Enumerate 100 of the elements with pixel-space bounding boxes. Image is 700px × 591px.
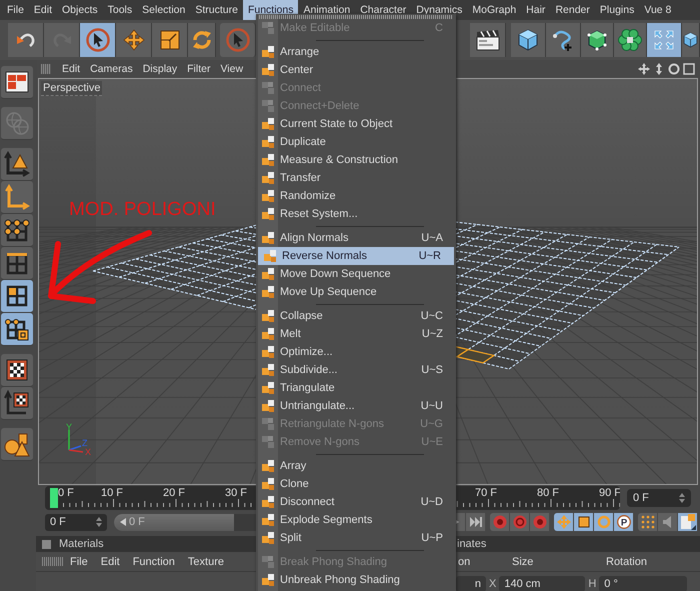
playback-button[interactable] — [574, 513, 594, 531]
frame-label: 80 F — [537, 487, 560, 499]
start-frame-field[interactable]: 0 F — [45, 514, 107, 530]
menu-item[interactable]: Move Up Sequence — [256, 283, 456, 301]
menu-item[interactable]: Randomize — [256, 187, 456, 205]
menu-item[interactable]: Collapse U~C — [256, 307, 456, 325]
menu-title[interactable]: Tools — [102, 0, 138, 20]
slider-arrow-icon — [120, 518, 126, 526]
sphere-icon — [4, 110, 30, 136]
grip-handle[interactable] — [41, 64, 51, 74]
playback-button[interactable] — [466, 513, 486, 531]
view-menu-title[interactable]: View — [215, 63, 248, 75]
checker-axis-icon — [4, 390, 30, 416]
menu-item[interactable]: Current State to Object — [256, 115, 456, 133]
menu-item[interactable]: Arrange — [256, 43, 456, 61]
menu-item[interactable]: Duplicate — [256, 133, 456, 151]
frame-label: 70 F — [475, 487, 498, 499]
menu-item[interactable]: Triangulate — [256, 379, 456, 397]
tool-button[interactable] — [511, 23, 546, 57]
menu-item[interactable]: Split U~P — [256, 529, 456, 547]
tool-button[interactable] — [647, 23, 682, 57]
menu-item[interactable]: Melt U~Z — [256, 325, 456, 343]
frame-label: 10 F — [101, 487, 124, 499]
playback-button[interactable]: P — [614, 513, 634, 531]
mode-button[interactable] — [1, 387, 33, 420]
view-menu-title[interactable]: Filter — [182, 63, 216, 75]
blocks-icon — [260, 206, 276, 222]
menu-item[interactable]: Transfer — [256, 169, 456, 187]
frame-label: 30 F — [225, 487, 248, 499]
axis-label: X — [489, 578, 496, 590]
cube-icon — [516, 28, 540, 52]
menu-item[interactable]: Measure & Construction — [256, 151, 456, 169]
mode-button[interactable] — [1, 66, 33, 99]
view-menu-title[interactable]: Edit — [57, 63, 86, 75]
menu-item-label: Untriangulate... — [280, 400, 356, 412]
tool-button[interactable] — [188, 23, 216, 57]
menu-title[interactable]: MoGraph — [467, 0, 522, 20]
annotation-text: MOD. POLIGONI — [69, 199, 216, 221]
tool-button[interactable] — [470, 23, 506, 57]
cursor-icon — [84, 27, 110, 53]
menu-item[interactable]: Center — [256, 61, 456, 79]
menu-item-label: Split — [280, 532, 302, 544]
mode-button[interactable] — [1, 354, 33, 387]
menu-title[interactable]: File — [2, 0, 29, 20]
playback-button[interactable] — [678, 513, 698, 531]
expand-arrows-icon — [652, 28, 676, 52]
blocks-icon — [260, 530, 276, 546]
menu-item[interactable]: Explode Segments — [256, 511, 456, 529]
menu-item[interactable]: Untriangulate... U~U — [256, 397, 456, 415]
mode-button[interactable] — [1, 313, 33, 346]
menu-title[interactable]: Hair — [521, 0, 550, 20]
menu-item[interactable]: Array — [256, 457, 456, 475]
coordinate-field[interactable]: 0 ° — [599, 576, 688, 591]
menu-title[interactable]: Vue 8 — [639, 0, 676, 20]
menu-item-label: Explode Segments — [280, 514, 374, 526]
coordinate-field[interactable]: n — [456, 576, 486, 591]
grip-handle[interactable] — [42, 557, 64, 566]
menu-item[interactable]: Reverse Normals U~R — [258, 247, 454, 265]
menu-item[interactable]: Move Down Sequence — [256, 265, 456, 283]
menu-item[interactable]: Disconnect U~D — [256, 493, 456, 511]
tool-button[interactable] — [614, 23, 647, 57]
menu-title[interactable]: Render — [550, 0, 595, 20]
tool-button[interactable] — [152, 23, 188, 57]
blocks-icon — [260, 152, 276, 168]
coordinate-field[interactable]: 140 cm — [499, 576, 586, 591]
panel-menu-title[interactable]: Function — [126, 556, 182, 568]
mode-button[interactable] — [1, 280, 33, 313]
menu-title[interactable]: Edit — [28, 0, 58, 20]
menu-item[interactable]: Align Normals U~A — [256, 229, 456, 247]
panel-menu-title[interactable]: Texture — [182, 556, 231, 568]
mode-button[interactable] — [1, 148, 33, 181]
menu-title[interactable]: Structure — [190, 0, 243, 20]
menu-item-label: Move Up Sequence — [280, 286, 378, 298]
shortcut-label: C — [435, 22, 443, 34]
menu-item-label: Make Editable — [280, 22, 351, 34]
cube-icon — [585, 28, 609, 52]
view-menu-title[interactable]: Display — [138, 63, 182, 75]
menu-title[interactable]: Selection — [137, 0, 190, 20]
tool-button[interactable] — [80, 23, 116, 57]
mode-button[interactable] — [1, 247, 33, 280]
blocks-icon — [260, 20, 276, 36]
tool-button[interactable] — [581, 23, 614, 57]
menu-item[interactable]: Subdivide... U~S — [256, 361, 456, 379]
menu-item[interactable]: Reset System... — [256, 205, 456, 223]
tool-button[interactable] — [116, 23, 152, 57]
rotate-icon — [596, 515, 610, 529]
panel-menu-title[interactable]: Edit — [94, 556, 127, 568]
end-frame-field[interactable]: 0 F — [627, 489, 691, 507]
panel-menu-title[interactable]: File — [64, 556, 95, 568]
tool-button[interactable] — [8, 23, 44, 57]
menu-item-label: Subdivide... — [280, 364, 338, 376]
view-menu-title[interactable]: Cameras — [85, 63, 138, 75]
tool-button[interactable] — [546, 23, 581, 57]
menu-item[interactable]: Optimize... — [256, 343, 456, 361]
menu-item-label: Align Normals — [280, 232, 350, 244]
menu-item[interactable]: Unbreak Phong Shading — [256, 571, 456, 589]
tool-button[interactable] — [682, 23, 700, 57]
mode-button[interactable] — [1, 214, 33, 247]
menu-title[interactable]: Objects — [57, 0, 103, 20]
menu-title[interactable]: Plugins — [594, 0, 640, 20]
